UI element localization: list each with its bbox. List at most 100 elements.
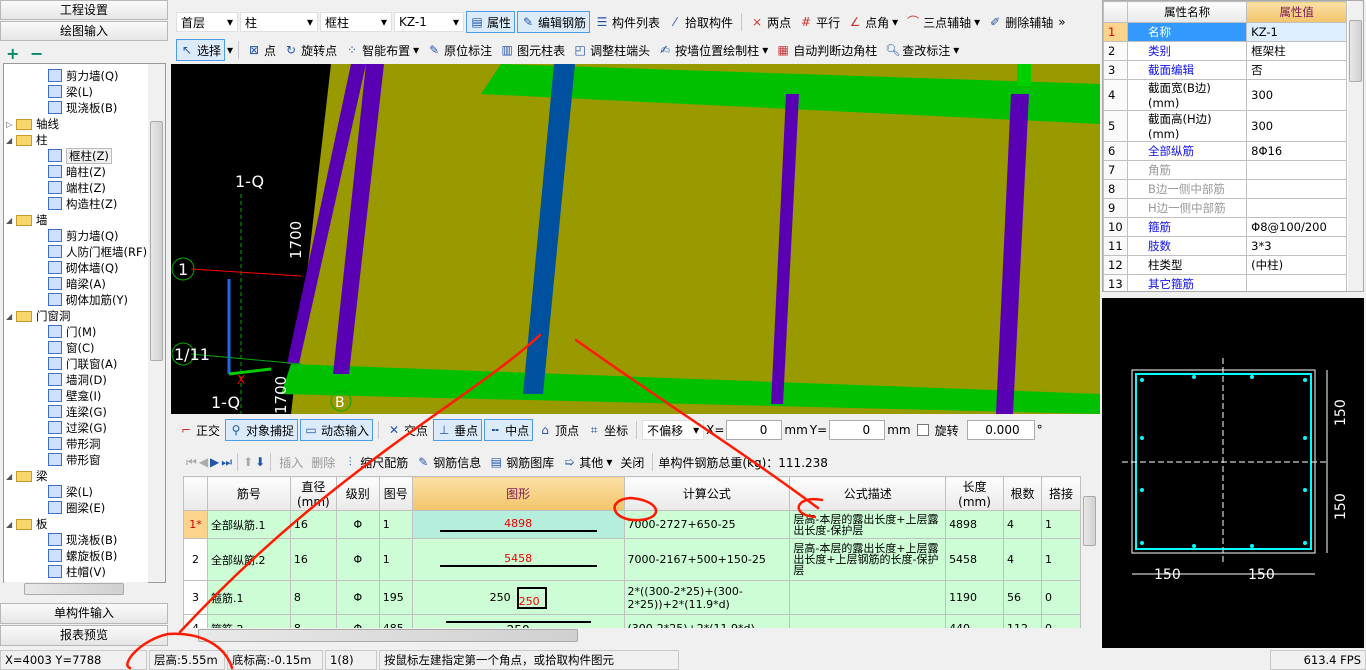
tab-drawing-input[interactable]: 绘图输入	[0, 21, 168, 41]
rebar-library-button[interactable]: ▤ 钢筋图库	[486, 451, 557, 473]
scale-rebar-button[interactable]: ⫶ 缩尺配筋	[340, 451, 411, 473]
figure-number[interactable]: 1	[378, 510, 413, 539]
property-row[interactable]: 8 B边一侧中部筋	[1103, 179, 1347, 199]
tree-folder[interactable]: ◢ 板	[6, 515, 48, 534]
column-header[interactable]: 直径(mm)	[289, 476, 337, 511]
type-select[interactable]: 柱 ▾	[240, 12, 318, 32]
grade[interactable]: Φ	[335, 614, 380, 628]
property-row[interactable]: 11 肢数 3*3	[1103, 236, 1347, 256]
table-row[interactable]: 1* 全部纵筋.1 16 Φ 1 4898 7000-2727+650-25 层高-本层的露出…	[183, 510, 1082, 539]
next-icon[interactable]: ▶	[210, 455, 219, 469]
shape-cell[interactable]: 4898	[411, 510, 625, 539]
adjust-column-end-button[interactable]: ◰ 调整柱端头	[570, 39, 653, 61]
formula-description[interactable]	[789, 580, 947, 615]
lap[interactable]: 1	[1040, 538, 1082, 581]
row-index[interactable]: 3	[183, 580, 208, 615]
row-index[interactable]: 2	[183, 538, 208, 581]
drawing-canvas[interactable]: X 1-Q 1 1/11 1-Q B 1700 1700	[171, 64, 1100, 414]
rebar-name[interactable]: 箍筋.1	[206, 580, 291, 615]
formula-description[interactable]: 层高-本层的露出长度+上层露出长度-保护层	[789, 510, 947, 539]
column-header[interactable]: 级别	[335, 476, 380, 511]
count[interactable]: 4	[1003, 510, 1042, 539]
shape-cell[interactable]: 250	[411, 614, 625, 628]
rebar-info-button[interactable]: ✎ 钢筋信息	[413, 451, 484, 473]
grade[interactable]: Φ	[335, 510, 380, 539]
length[interactable]: 1190	[945, 580, 1005, 615]
count[interactable]: 112	[1003, 614, 1042, 628]
midpoint-button[interactable]: ╍ 中点	[484, 419, 534, 441]
column-table-button[interactable]: ▥ 图元柱表	[497, 39, 568, 61]
figure-number[interactable]: 485	[378, 614, 413, 628]
collapse-all-icon[interactable]: −	[30, 44, 43, 63]
table-row[interactable]: 2 全部纵筋.2 16 Φ 1 5458 7000-2167+500+150-25 层高-本层…	[183, 538, 1082, 581]
tab-report-preview[interactable]: 报表预览	[0, 625, 168, 646]
tree-hscrollbar[interactable]	[4, 582, 148, 596]
diameter[interactable]: 16	[289, 510, 337, 539]
move-down-icon[interactable]: ⬇	[255, 455, 265, 469]
lap[interactable]: 0	[1040, 580, 1082, 615]
perpendicular-button[interactable]: ⊥ 垂点	[433, 419, 483, 441]
ortho-button[interactable]: ⌐ 正交	[176, 419, 223, 441]
property-value[interactable]: 3*3	[1246, 236, 1347, 256]
three-point-axis-button[interactable]: ⌒ 三点辅轴 ▾	[903, 11, 983, 33]
property-row[interactable]: 5 截面高(H边)(mm) 300	[1103, 110, 1347, 142]
edit-rebar-button[interactable]: ✎ 编辑钢筋	[517, 11, 591, 33]
property-value[interactable]	[1246, 160, 1347, 180]
properties-scroll-thumb[interactable]	[1349, 20, 1362, 82]
property-row[interactable]: 10 箍筋 Φ8@100/200	[1103, 217, 1347, 237]
diameter[interactable]: 8	[289, 580, 337, 615]
expanded-arrow-icon[interactable]: ◢	[6, 467, 12, 486]
y-input[interactable]: 0	[829, 420, 886, 440]
property-row[interactable]: 13 其它箍筋	[1103, 274, 1347, 291]
property-value[interactable]	[1246, 198, 1347, 218]
column-header[interactable]: 计算公式	[623, 476, 791, 511]
property-row[interactable]: 3 截面编辑否	[1103, 60, 1347, 80]
expanded-arrow-icon[interactable]: ◢	[6, 131, 12, 150]
point-button[interactable]: ⊠ 点	[244, 39, 279, 61]
expanded-arrow-icon[interactable]: ◢	[6, 211, 12, 230]
property-value[interactable]: Φ8@100/200	[1246, 217, 1347, 237]
property-row[interactable]: 9 H边一侧中部筋	[1103, 198, 1347, 218]
property-row[interactable]: 7 角筋	[1103, 160, 1347, 180]
column-header[interactable]: 图形	[411, 476, 625, 511]
prev-icon[interactable]: ◀	[199, 455, 208, 469]
point-angle-button[interactable]: ∠ 点角 ▾	[845, 11, 901, 33]
grade[interactable]: Φ	[335, 538, 380, 581]
tree-folder[interactable]: ◢ 梁	[6, 467, 48, 486]
formula[interactable]: (300-2*25)+2*(11.9*d)	[623, 614, 791, 628]
vertex-button[interactable]: ⌂ 顶点	[535, 419, 582, 441]
rebar-name[interactable]: 箍筋.2	[206, 614, 291, 628]
properties-scrollbar[interactable]	[1348, 1, 1363, 291]
rebar-scroll-thumb[interactable]	[1083, 496, 1096, 546]
count[interactable]: 4	[1003, 538, 1042, 581]
close-button[interactable]: 关闭	[617, 451, 647, 473]
shape-cell[interactable]: 250 250	[411, 580, 625, 615]
column-header[interactable]: 图号	[378, 476, 413, 511]
parallel-button[interactable]: # 平行	[796, 11, 843, 33]
offset-mode-select[interactable]: 不偏移 ▾	[642, 420, 705, 440]
property-row[interactable]: 1 名称 KZ-1	[1103, 22, 1347, 42]
lap[interactable]: 1	[1040, 510, 1082, 539]
component-list-button[interactable]: ☰ 构件列表	[592, 11, 663, 33]
property-value[interactable]	[1246, 274, 1347, 291]
other-button[interactable]: ➯ 其他 ▾	[559, 451, 615, 473]
coordinate-button[interactable]: ⌗ 坐标	[584, 419, 631, 441]
move-up-icon[interactable]: ⬆	[243, 455, 253, 469]
column-header[interactable]	[183, 476, 208, 511]
expanded-arrow-icon[interactable]: ◢	[6, 515, 12, 534]
formula-description[interactable]: 层高-本层的露出长度+上层露出长度+上层钢筋的长度-保护层	[789, 538, 947, 581]
tree-item[interactable]: 圈梁(E)	[48, 499, 105, 518]
object-snap-button[interactable]: ⚲ 对象捕捉	[225, 419, 299, 441]
formula-description[interactable]	[789, 614, 947, 628]
length[interactable]: 4898	[945, 510, 1005, 539]
tab-project-settings[interactable]: 工程设置	[0, 0, 168, 20]
lap[interactable]: 0	[1040, 614, 1082, 628]
column-header[interactable]: 搭接	[1040, 476, 1082, 511]
count[interactable]: 56	[1003, 580, 1042, 615]
rebar-hscrollbar[interactable]	[183, 628, 1081, 643]
figure-number[interactable]: 195	[378, 580, 413, 615]
delete-axis-button[interactable]: ✐ 删除辅轴	[985, 11, 1056, 33]
intersection-button[interactable]: ✕ 交点	[384, 419, 431, 441]
first-icon[interactable]: ⏮	[186, 455, 197, 470]
component-select[interactable]: KZ-1 ▾	[394, 12, 464, 32]
